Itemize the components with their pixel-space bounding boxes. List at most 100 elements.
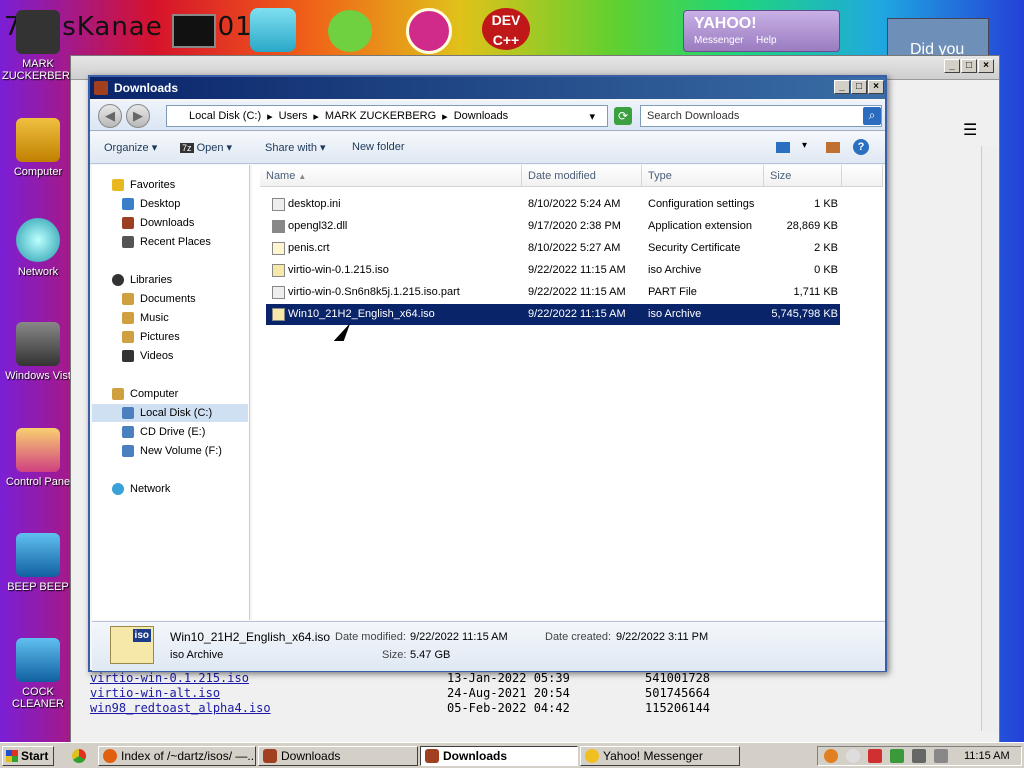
desktop-icon-computer[interactable]: Computer [2, 118, 74, 178]
column-header-extra[interactable] [842, 165, 883, 187]
sort-up-icon: ▲ [298, 172, 307, 181]
usb-tray-icon[interactable] [934, 749, 948, 763]
chrome-quicklaunch-icon[interactable] [72, 749, 86, 763]
view-icon[interactable] [776, 142, 790, 153]
nav-network[interactable]: Network [112, 480, 268, 498]
file-row-selected[interactable]: Win10_21H2_English_x64.iso 9/22/2022 11:… [266, 304, 840, 325]
nav-label: Favorites [130, 179, 176, 191]
listing-link[interactable]: virtio-win-alt.iso [90, 686, 220, 700]
file-row[interactable]: opengl32.dll 9/17/2020 2:38 PM Applicati… [266, 216, 840, 237]
videos-icon [122, 350, 134, 363]
file-row[interactable]: virtio-win-0.1.215.iso 9/22/2022 11:15 A… [266, 260, 840, 281]
iso-file-icon [272, 264, 285, 277]
star-icon [112, 179, 124, 192]
nav-local-disk[interactable]: Local Disk (C:) [92, 404, 248, 422]
breadcrumb-downloads[interactable]: Downloads [454, 110, 508, 122]
listing-date: 24-Aug-2021 20:54 [447, 686, 570, 700]
maximize-button[interactable]: □ [851, 80, 867, 94]
usb-icon[interactable] [250, 8, 296, 52]
breadcrumb-user[interactable]: MARK ZUCKERBERG [325, 110, 436, 122]
help-icon[interactable]: ? [853, 139, 869, 155]
listing-link[interactable]: virtio-win-0.1.215.iso [90, 671, 249, 685]
task-label: Index of /~dartz/isos/ —... [121, 749, 256, 763]
desktop-icon-label: MARK ZUCKERBERG [2, 58, 79, 82]
back-button[interactable]: ◀ [98, 104, 122, 128]
search-icon[interactable]: ⌕ [863, 107, 881, 125]
volume-icon[interactable] [912, 749, 926, 763]
listing-link[interactable]: win98_redtoast_alpha4.iso [90, 701, 271, 715]
browser-close-button[interactable]: × [978, 59, 994, 73]
alert-icon[interactable] [868, 749, 882, 763]
messenger-icon[interactable] [846, 749, 860, 763]
yahoo-messenger-widget[interactable]: YAHOO! Messenger Help [683, 10, 840, 52]
column-header-name[interactable]: Name ▲ [260, 165, 522, 187]
preview-pane-icon[interactable] [826, 142, 840, 153]
iso-file-icon: iso [110, 626, 154, 664]
desktop-icon-cock-cleaner[interactable]: COCK CLEANER [2, 638, 74, 710]
taskbar-item-downloads-active[interactable]: Downloads [420, 746, 578, 766]
chevron-down-icon[interactable]: ▾ [802, 140, 807, 151]
cd-drive-icon [122, 426, 134, 439]
desktop-icon-recycle-bin[interactable]: Windows Vist [2, 322, 74, 382]
angry-bird-icon[interactable] [328, 10, 372, 52]
address-bar[interactable]: Local Disk (C:) ▸ Users ▸ MARK ZUCKERBERG ▸… [166, 105, 608, 127]
nav-favorites[interactable]: Favorites [112, 176, 268, 194]
nav-label: Local Disk (C:) [140, 407, 213, 419]
drive-icon [122, 407, 134, 420]
desktop-icon-control-panel[interactable]: Control Pane [2, 428, 74, 488]
file-type: PART File [648, 286, 697, 298]
desktop-icon-mark-zuckerberg[interactable]: MARK ZUCKERBERG [2, 10, 79, 82]
listing-size: 501745664 [645, 686, 711, 700]
forward-button[interactable]: ▶ [126, 104, 150, 128]
desktop-icon-network[interactable]: Network [2, 218, 74, 278]
browser-menu-icon[interactable]: ☰ [963, 120, 977, 140]
taskbar-item-downloads[interactable]: Downloads [258, 746, 418, 766]
file-size: 2 KB [814, 242, 838, 254]
nav-computer[interactable]: Computer [112, 385, 268, 403]
chevron-down-icon[interactable]: ▾ [589, 110, 595, 123]
libraries-icon [112, 274, 124, 287]
details-created-label: Date created: [545, 631, 612, 643]
new-folder-button[interactable]: New folder [352, 141, 405, 153]
details-file-type: iso Archive [170, 649, 224, 661]
dev-cpp-icon[interactable]: DEV C++ [482, 8, 530, 50]
file-row[interactable]: virtio-win-0.Sn6n8k5j.1.215.iso.part 9/2… [266, 282, 840, 303]
clock[interactable]: 11:15 AM [964, 747, 1010, 765]
file-date: 9/17/2020 2:38 PM [528, 220, 621, 232]
share-label: Share with [265, 142, 317, 154]
search-input[interactable]: Search Downloads [640, 105, 882, 127]
nav-libraries[interactable]: Libraries [112, 271, 268, 289]
nav-label: Pictures [140, 331, 180, 343]
downloads-icon [122, 217, 134, 230]
refresh-icon[interactable]: ⟳ [614, 107, 632, 125]
browser-maximize-button[interactable]: □ [961, 59, 977, 73]
pictures-icon [122, 331, 134, 344]
column-header-date[interactable]: Date modified [522, 165, 642, 187]
breadcrumb-local-disk[interactable]: Local Disk (C:) [189, 110, 261, 122]
browser-minimize-button[interactable]: _ [944, 59, 960, 73]
cmd-icon[interactable] [172, 14, 216, 48]
file-row[interactable]: penis.crt 8/10/2022 5:27 AM Security Cer… [266, 238, 840, 259]
taskbar-item-yahoo[interactable]: Yahoo! Messenger [580, 746, 740, 766]
file-row[interactable]: desktop.ini 8/10/2022 5:24 AM Configurat… [266, 194, 840, 215]
browser-scrollbar[interactable] [981, 146, 997, 731]
column-header-type[interactable]: Type [642, 165, 764, 187]
folder-icon [425, 749, 439, 763]
open-button[interactable]: 7z Open ▾ [180, 141, 232, 154]
file-name: penis.crt [288, 242, 330, 254]
breadcrumb-users[interactable]: Users [279, 110, 308, 122]
close-button[interactable]: × [868, 80, 884, 94]
file-name: opengl32.dll [288, 220, 348, 232]
minimize-button[interactable]: _ [834, 80, 850, 94]
desktop-icon-beep-beep[interactable]: BEEP BEEP [2, 533, 74, 593]
start-button[interactable]: Start [2, 746, 54, 766]
taskbar-item-browser[interactable]: Index of /~dartz/isos/ —... [98, 746, 256, 766]
p-app-icon[interactable] [406, 8, 452, 54]
search-icon[interactable] [824, 749, 838, 763]
firefox-icon [103, 749, 117, 763]
share-with-button[interactable]: Share with ▾ [265, 141, 326, 154]
file-name: desktop.ini [288, 198, 341, 210]
column-header-size[interactable]: Size [764, 165, 842, 187]
network-tray-icon[interactable] [890, 749, 904, 763]
organize-button[interactable]: Organize ▾ [104, 141, 157, 154]
